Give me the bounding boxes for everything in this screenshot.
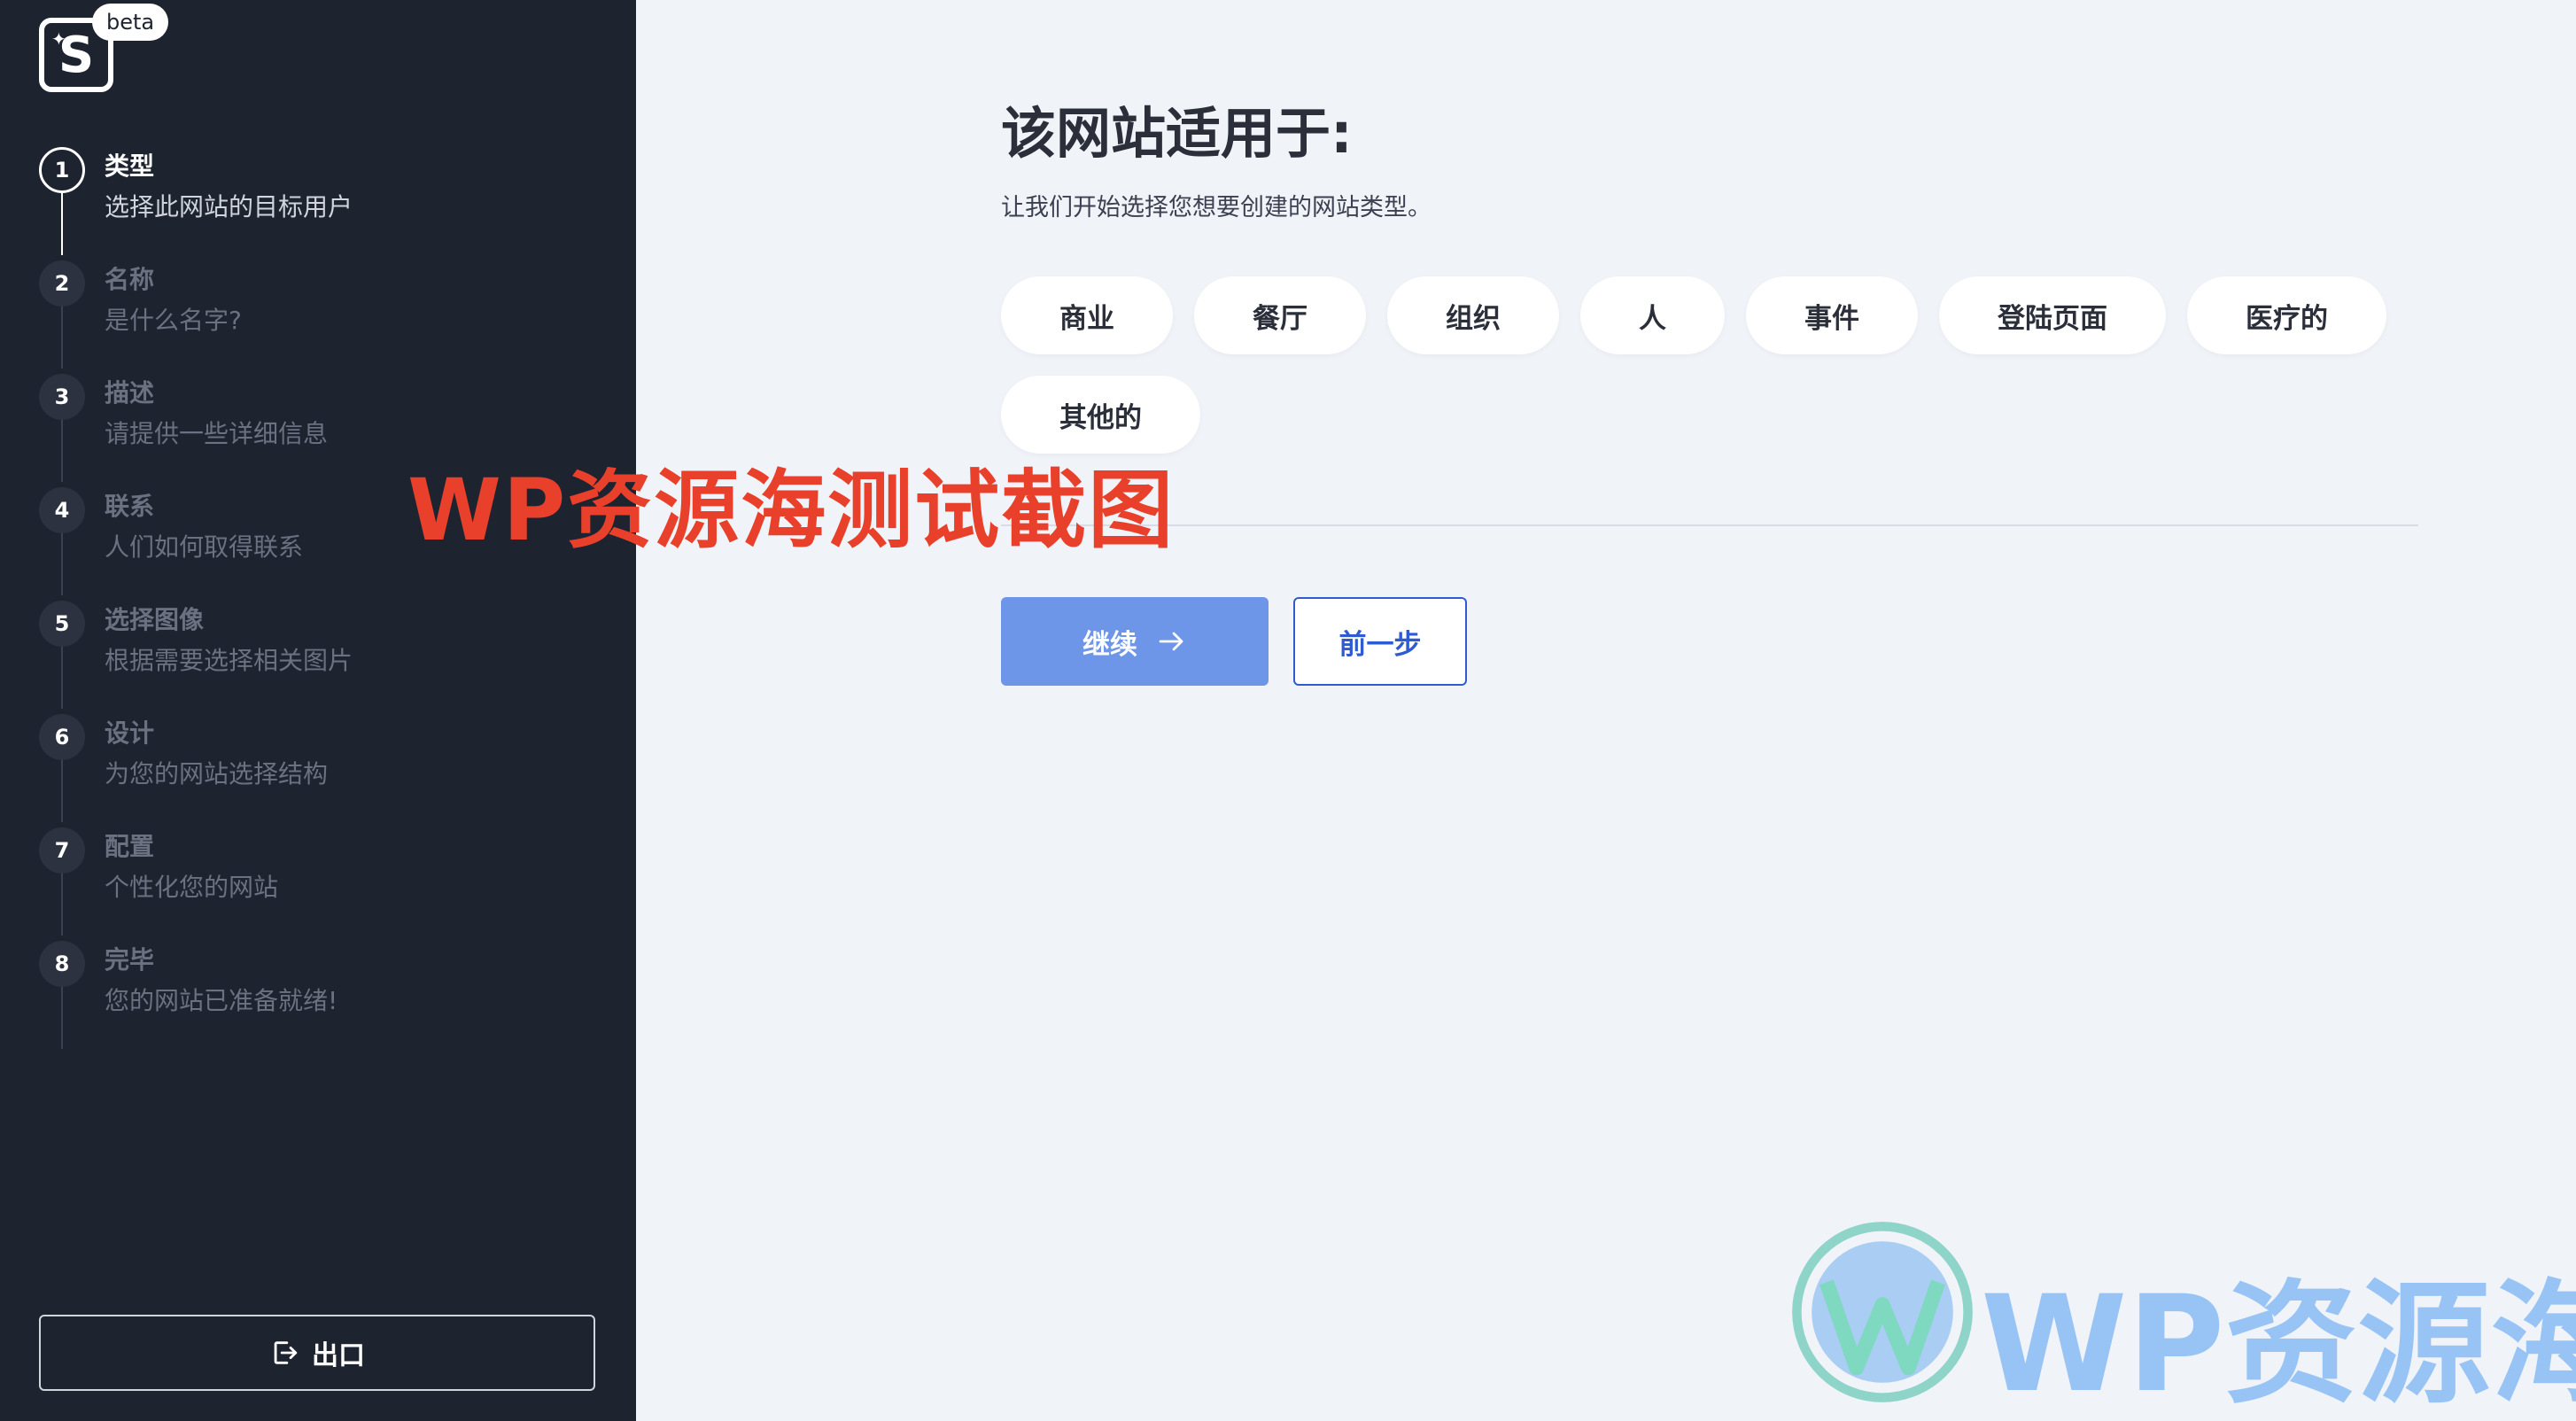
step-2[interactable]: 2 名称是什么名字? xyxy=(39,257,606,370)
step-1[interactable]: 1 类型选择此网站的目标用户 xyxy=(39,144,606,257)
step-5[interactable]: 5 选择图像根据需要选择相关图片 xyxy=(39,597,606,710)
step-title: 选择图像 xyxy=(105,605,205,634)
step-connector xyxy=(61,647,63,709)
step-number: 2 xyxy=(39,260,85,307)
step-number: 8 xyxy=(39,941,85,987)
step-8[interactable]: 8 完毕您的网站已准备就绪! xyxy=(39,937,606,1051)
step-subtitle: 个性化您的网站 xyxy=(105,873,279,902)
step-connector xyxy=(61,307,63,369)
arrow-right-icon xyxy=(1159,632,1183,651)
step-number: 7 xyxy=(39,827,85,874)
page-title: 该网站适用于: xyxy=(1001,101,1353,166)
site-type-choices: 商业 餐厅 组织人事件 登陆页面 医疗的 其他的 xyxy=(1001,276,2418,454)
step-connector xyxy=(61,193,63,255)
step-connector xyxy=(61,760,63,822)
step-subtitle: 为您的网站选择结构 xyxy=(105,759,329,788)
page-subtitle: 让我们开始选择您想要创建的网站类型。 xyxy=(1001,194,1432,221)
step-subtitle: 您的网站已准备就绪! xyxy=(105,986,338,1015)
step-subtitle: 是什么名字? xyxy=(105,306,242,335)
choice-chip[interactable]: 餐厅 xyxy=(1194,276,1366,354)
exit-button[interactable]: 出口 xyxy=(39,1315,595,1391)
step-subtitle: 人们如何取得联系 xyxy=(105,532,304,562)
previous-button[interactable]: 前一步 xyxy=(1293,597,1467,686)
step-number: 6 xyxy=(39,714,85,760)
choice-chip[interactable]: 组织 xyxy=(1387,276,1559,354)
step-title: 配置 xyxy=(105,832,155,861)
choice-chip[interactable]: 人 xyxy=(1580,276,1725,354)
step-title: 名称 xyxy=(105,265,155,294)
step-title: 类型 xyxy=(105,151,155,181)
divider xyxy=(1001,524,2418,526)
step-title: 完毕 xyxy=(105,945,155,975)
choice-chip[interactable]: 商业 xyxy=(1001,276,1173,354)
step-7[interactable]: 7 配置个性化您的网站 xyxy=(39,824,606,937)
continue-label: 继续 xyxy=(1082,628,1137,661)
step-subtitle: 根据需要选择相关图片 xyxy=(105,646,353,675)
continue-button[interactable]: 继续 xyxy=(1001,597,1269,686)
step-connector xyxy=(61,533,63,595)
beta-badge: beta xyxy=(92,4,169,41)
step-connector xyxy=(61,420,63,482)
choice-chip[interactable]: 事件 xyxy=(1746,276,1918,354)
main-content: 该网站适用于: 让我们开始选择您想要创建的网站类型。 商业 餐厅 组织人事件 登陆页面… xyxy=(636,0,2576,1421)
step-connector xyxy=(61,874,63,936)
step-connector xyxy=(61,987,63,1049)
exit-label: 出口 xyxy=(312,1340,365,1371)
step-6[interactable]: 6 设计为您的网站选择结构 xyxy=(39,710,606,824)
choice-chip[interactable]: 医疗的 xyxy=(2187,276,2386,354)
sidebar: ✦ S beta 1 类型 选择此网站的目标用户 2 名称 是什么名字? 3 描述 请提供一些详… xyxy=(0,0,636,1421)
watermark-overlay: WP资源海测试截图 xyxy=(407,461,1175,560)
step-subtitle: 选择此网站的目标用户 xyxy=(105,192,353,221)
step-title: 联系 xyxy=(105,492,155,521)
step-title: 设计 xyxy=(105,718,155,748)
wordpress-logo-icon xyxy=(1792,1222,1973,1402)
step-subtitle: 请提供一些详细信息 xyxy=(105,419,329,448)
step-title: 描述 xyxy=(105,378,155,408)
step-number: 3 xyxy=(39,374,85,420)
step-list: 1 类型选择此网站的目标用户 2 名称是什么名字? 3 描述请提供一些详细信息 4 联系人们如… xyxy=(39,144,606,1051)
step-number: 4 xyxy=(39,487,85,533)
sparkle-icon: ✦ xyxy=(51,28,66,50)
step-number: 5 xyxy=(39,601,85,647)
choice-chip[interactable]: 登陆页面 xyxy=(1939,276,2166,354)
watermark-brand: WP资源海 xyxy=(1981,1268,2576,1421)
exit-icon xyxy=(274,1341,298,1364)
step-number: 1 xyxy=(39,147,85,193)
